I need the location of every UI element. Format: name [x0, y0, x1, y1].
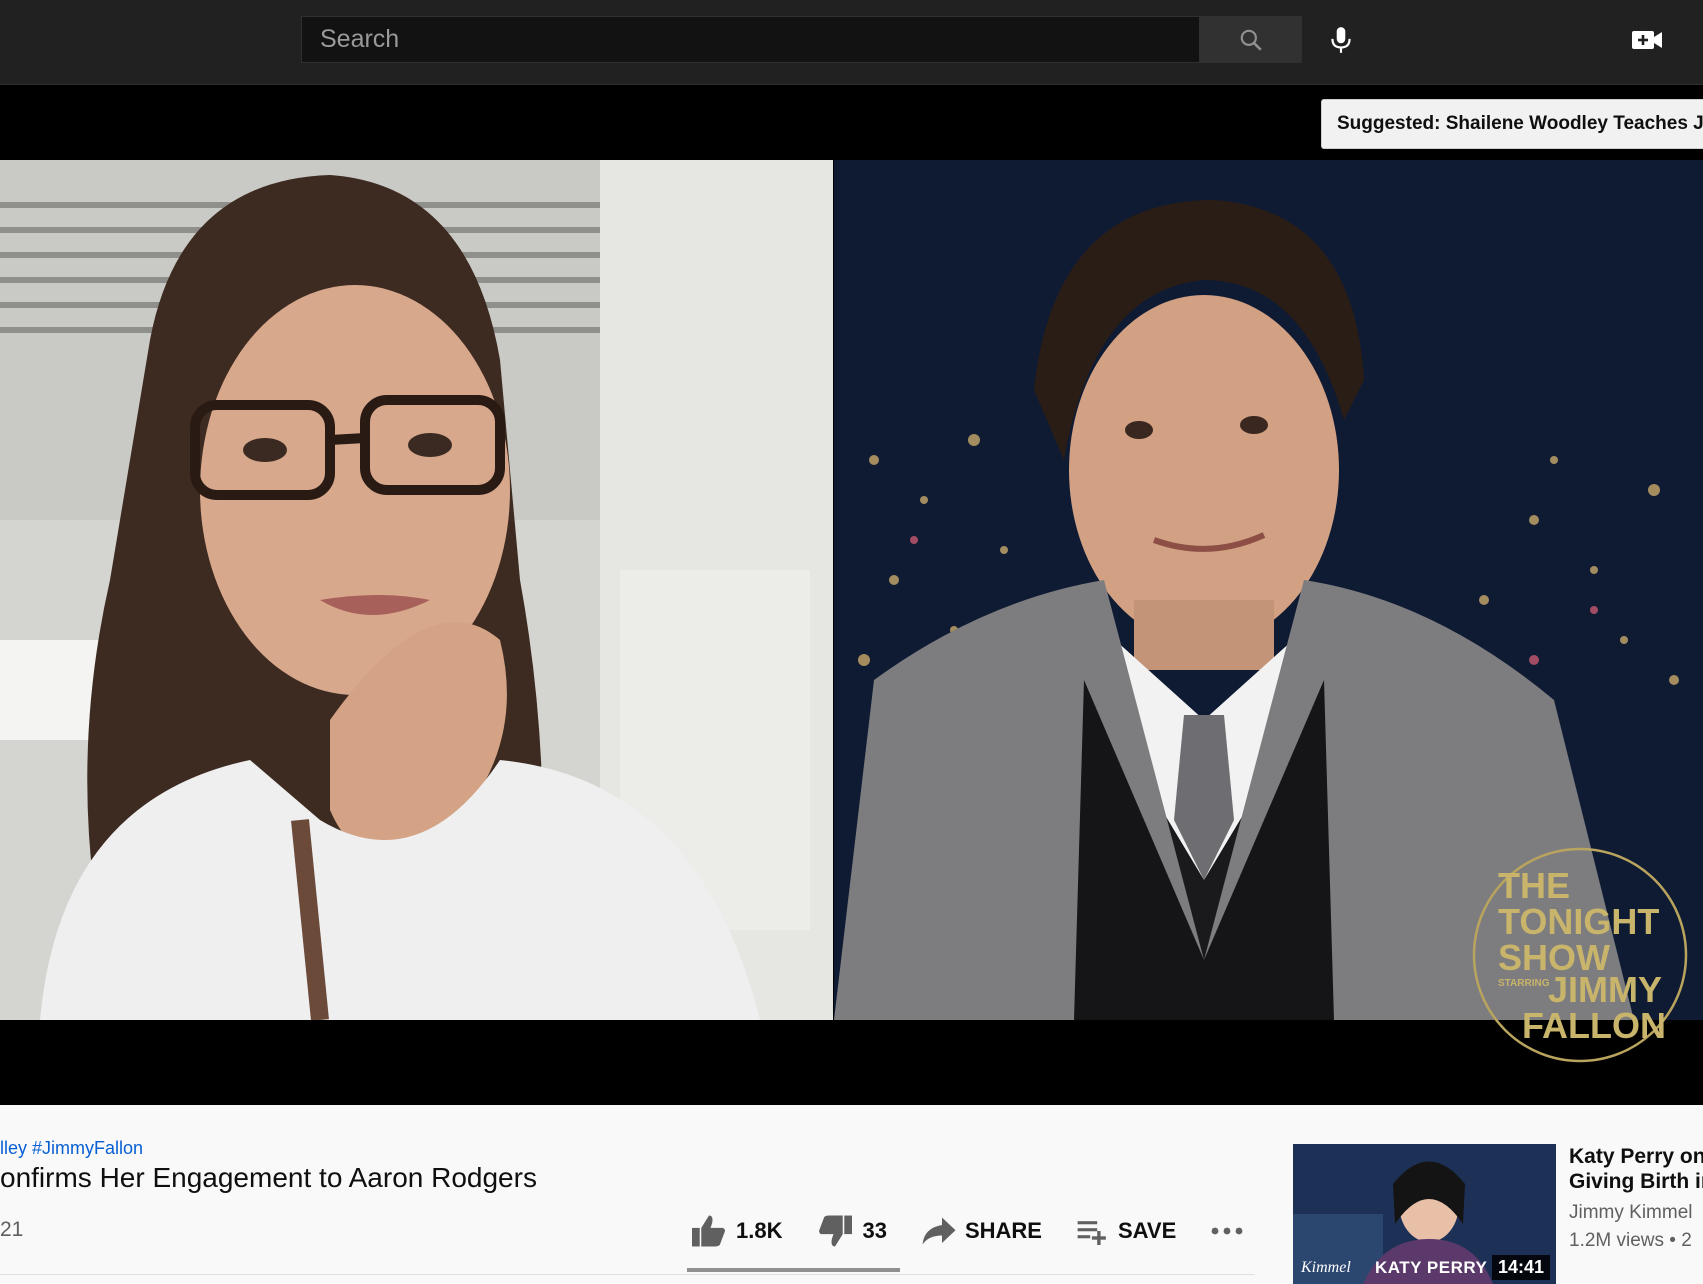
search-button[interactable] — [1200, 16, 1302, 63]
search-icon — [1240, 29, 1262, 51]
more-actions-button[interactable] — [1210, 1226, 1244, 1236]
svg-text:FALLON: FALLON — [1522, 1005, 1666, 1046]
video-player[interactable]: Suggested: Shailene Woodley Teaches Jimm… — [0, 85, 1703, 1105]
left-participant-image — [0, 160, 833, 1020]
masthead — [0, 0, 1703, 85]
video-date: 21 — [0, 1218, 24, 1241]
thumbs-down-icon — [819, 1215, 853, 1247]
create-video-button[interactable] — [1624, 16, 1670, 63]
tonight-show-logo: THE TONIGHT SHOW STARRING JIMMY FALLON — [1472, 847, 1688, 1063]
svg-text:TONIGHT: TONIGHT — [1498, 901, 1659, 942]
svg-text:STARRING: STARRING — [1498, 978, 1550, 989]
recommended-video-thumbnail[interactable]: Kimmel KATY PERRY 14:41 — [1293, 1144, 1556, 1284]
more-horizontal-icon — [1211, 1227, 1243, 1235]
video-actions: 1.8K 33 SHARE SAVE — [690, 1206, 1244, 1256]
video-info-section: lley #JimmyFallon onfirms Her Engagement… — [0, 1106, 1703, 1284]
like-dislike-ratio-bar — [687, 1268, 900, 1272]
save-label: SAVE — [1117, 1218, 1177, 1243]
playlist-add-icon — [1077, 1221, 1106, 1245]
recommended-video-title[interactable]: Katy Perry on Giving Birth in — [1569, 1144, 1703, 1194]
svg-text:JIMMY: JIMMY — [1548, 969, 1662, 1010]
like-ratio-fill — [687, 1268, 896, 1272]
divider — [0, 1274, 1255, 1275]
video-camera-plus-icon — [1632, 30, 1662, 49]
thumbnail-overlay-text: KATY PERRY — [1375, 1258, 1488, 1277]
recommended-channel-name[interactable]: Jimmy Kimmel — [1569, 1202, 1693, 1224]
voice-search-button[interactable] — [1318, 16, 1364, 63]
suggested-video-card[interactable]: Suggested: Shailene Woodley Teaches Jimm… — [1321, 99, 1703, 149]
recommended-title-line2: Giving Birth in — [1569, 1170, 1703, 1193]
dislike-button[interactable]: 33 — [816, 1214, 887, 1248]
video-duration-badge: 14:41 — [1491, 1255, 1550, 1280]
share-arrow-icon — [922, 1217, 956, 1245]
thumbs-up-icon — [692, 1215, 725, 1247]
like-count: 1.8K — [736, 1218, 783, 1243]
recommended-video-meta: 1.2M views • 2 — [1569, 1230, 1692, 1251]
share-label: SHARE — [964, 1218, 1042, 1243]
microphone-icon — [1331, 26, 1351, 53]
like-button[interactable]: 1.8K — [690, 1214, 782, 1248]
search-box — [301, 16, 1200, 63]
video-hashtags[interactable]: lley #JimmyFallon — [0, 1138, 143, 1159]
video-frame-left-participant — [0, 160, 833, 1020]
svg-text:THE: THE — [1498, 865, 1570, 906]
dislike-count: 33 — [862, 1218, 887, 1243]
save-button[interactable]: SAVE — [1076, 1217, 1176, 1245]
svg-text:Kimmel: Kimmel — [1300, 1259, 1351, 1276]
search-input[interactable] — [302, 17, 1199, 62]
video-title: onfirms Her Engagement to Aaron Rodgers — [0, 1162, 537, 1193]
recommended-title-line1: Katy Perry on — [1569, 1145, 1703, 1168]
share-button[interactable]: SHARE — [921, 1216, 1042, 1246]
